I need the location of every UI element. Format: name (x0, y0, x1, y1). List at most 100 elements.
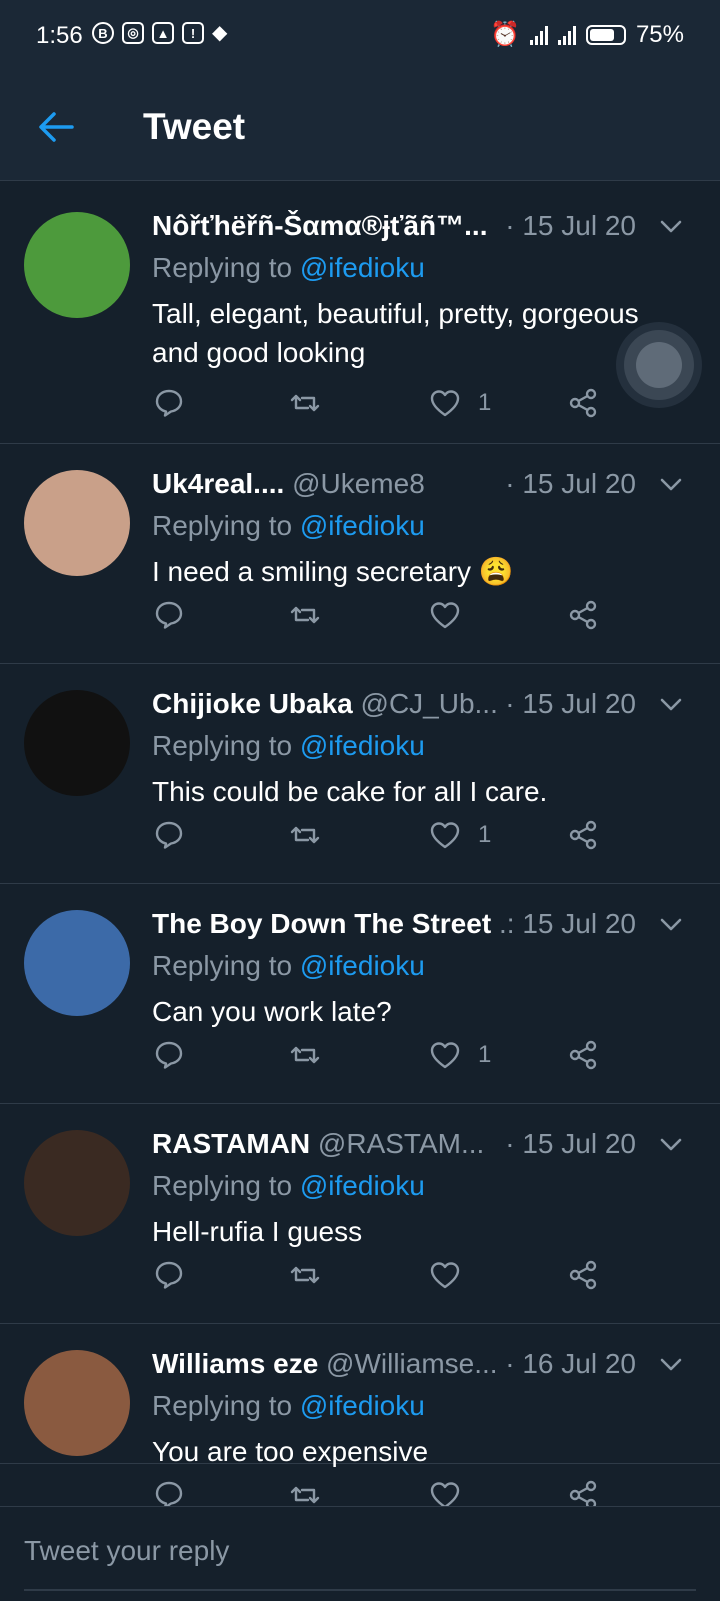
replying-to: Replying to @ifedioku (152, 950, 425, 982)
tweet-reply[interactable]: Nôřťhëřñ-Šαmα®ɉťãñ™... · 15 Jul 20 Reply… (0, 186, 720, 444)
reply-button[interactable] (152, 818, 186, 852)
status-time: 1:56 (36, 22, 83, 49)
share-icon (569, 1260, 597, 1290)
replying-to-link[interactable]: @ifedioku (300, 950, 425, 981)
tweet-date: · 15 Jul 20 (499, 468, 636, 500)
author-name[interactable]: The Boy Down The Street (152, 908, 491, 939)
retweet-icon (290, 1266, 320, 1284)
author-handle: @RASTAM... (317, 1128, 485, 1159)
reply-icon (155, 389, 183, 417)
replying-to-link[interactable]: @ifedioku (300, 730, 425, 761)
share-icon (569, 388, 597, 418)
replying-prefix: Replying to (152, 510, 300, 541)
back-arrow-icon[interactable] (38, 110, 74, 144)
tweet-date: · 15 Jul 20 (499, 688, 636, 720)
avatar[interactable] (24, 1350, 130, 1456)
reply-button[interactable] (152, 1258, 186, 1292)
tweet-reply[interactable]: Williams eze @Williamse... · 16 Jul 20 R… (0, 1324, 720, 1510)
heart-icon (430, 1042, 460, 1069)
chevron-down-icon[interactable] (660, 1138, 682, 1152)
retweet-button[interactable] (288, 1038, 322, 1072)
composer-underline (24, 1589, 696, 1591)
avatar[interactable] (24, 910, 130, 1016)
retweet-button[interactable] (288, 386, 322, 420)
status-notification-icons: B ◎ ▲ ! ◆ (92, 22, 227, 44)
reply-button[interactable] (152, 1038, 186, 1072)
replying-to: Replying to @ifedioku (152, 730, 425, 762)
tweet-text: This could be cake for all I care. (152, 776, 548, 807)
tweet-actions (152, 1258, 622, 1294)
heart-icon (430, 1262, 460, 1289)
like-button[interactable] (428, 598, 478, 632)
replying-to: Replying to @ifedioku (152, 252, 425, 284)
reply-button[interactable] (152, 386, 186, 420)
signal-icon (529, 25, 548, 45)
retweet-button[interactable] (288, 818, 322, 852)
replying-prefix: Replying to (152, 950, 300, 981)
reply-composer: Tweet your reply (0, 1506, 720, 1601)
chevron-down-icon[interactable] (660, 220, 682, 234)
author-name[interactable]: Nôřťhëřñ-Šαmα®ɉťãñ™... (152, 210, 487, 241)
replying-to: Replying to @ifedioku (152, 510, 425, 542)
like-button[interactable]: 1 (428, 1038, 491, 1072)
battery-percent: 75% (635, 20, 684, 48)
reply-icon (155, 1041, 183, 1069)
top-bar: Tweet (0, 72, 720, 181)
tweet-actions (152, 598, 622, 634)
chevron-down-icon[interactable] (660, 698, 682, 712)
avatar[interactable] (24, 212, 130, 318)
author-handle: @Ukeme8 (292, 468, 425, 499)
floating-assistive-button[interactable] (624, 330, 694, 400)
share-button[interactable] (566, 598, 600, 632)
avatar[interactable] (24, 470, 130, 576)
battery-icon (585, 24, 626, 45)
like-button[interactable]: 1 (428, 386, 491, 420)
author-handle: @CJ_Ub... (360, 688, 498, 719)
tweet-actions: 1 (152, 386, 622, 422)
chevron-down-icon[interactable] (660, 478, 682, 492)
share-button[interactable] (566, 386, 600, 420)
tweet-date: · 15 Jul 20 (499, 1128, 636, 1160)
tweet-reply[interactable]: The Boy Down The Street .: 15 Jul 20 Rep… (0, 884, 720, 1104)
tweet-reply[interactable]: Uk4real.... @Ukeme8 · 15 Jul 20 Replying… (0, 444, 720, 664)
reply-button[interactable] (152, 598, 186, 632)
tweet-reply[interactable]: RASTAMAN @RASTAM... · 15 Jul 20 Replying… (0, 1104, 720, 1324)
author-name[interactable]: Uk4real.... (152, 468, 284, 499)
replying-to: Replying to @ifedioku (152, 1390, 425, 1422)
like-count: 1 (478, 389, 492, 416)
replying-to-link[interactable]: @ifedioku (300, 252, 425, 283)
share-icon (569, 600, 597, 630)
share-button[interactable] (566, 1258, 600, 1292)
retweet-button[interactable] (288, 1258, 322, 1292)
signal-2-icon (557, 25, 576, 45)
tweet-date: · 15 Jul 20 (499, 210, 636, 242)
heart-icon (430, 822, 460, 849)
avatar[interactable] (24, 690, 130, 796)
share-button[interactable] (566, 1038, 600, 1072)
layers-icon: ◆ (212, 22, 228, 44)
status-right: ⏰ 75% (490, 20, 684, 49)
replying-prefix: Replying to (152, 252, 300, 283)
author-name[interactable]: Williams eze (152, 1348, 318, 1379)
like-button[interactable]: 1 (428, 818, 491, 852)
replying-prefix: Replying to (152, 1390, 300, 1421)
like-count: 1 (478, 821, 492, 848)
tweet-reply[interactable]: Chijioke Ubaka @CJ_Ub... · 15 Jul 20 Rep… (0, 664, 720, 884)
retweet-icon (290, 826, 320, 844)
avatar[interactable] (24, 1130, 130, 1236)
chevron-down-icon[interactable] (660, 918, 682, 932)
retweet-button[interactable] (288, 598, 322, 632)
author-name[interactable]: RASTAMAN (152, 1128, 310, 1159)
author-name[interactable]: Chijioke Ubaka (152, 688, 353, 719)
replying-to-link[interactable]: @ifedioku (300, 510, 425, 541)
share-button[interactable] (566, 818, 600, 852)
alarm-icon: ⏰ (490, 21, 520, 48)
tweet-text: You are too expensive (152, 1436, 429, 1467)
replying-to-link[interactable]: @ifedioku (300, 1390, 425, 1421)
reply-input[interactable]: Tweet your reply (24, 1535, 229, 1567)
like-button[interactable] (428, 1258, 478, 1292)
chevron-down-icon[interactable] (660, 1358, 682, 1372)
tweet-text: I need a smiling secretary 😩 (152, 556, 514, 587)
replying-to-link[interactable]: @ifedioku (300, 1170, 425, 1201)
author-handle: @Williamse... (326, 1348, 498, 1379)
